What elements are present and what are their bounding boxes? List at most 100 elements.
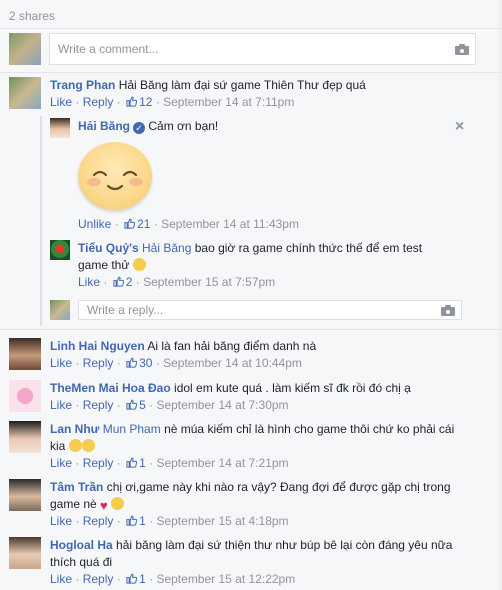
reply-link[interactable]: Reply <box>83 95 114 109</box>
comment-text: chị ơi,game này khi nào ra vậy? Đang đợi… <box>106 480 451 494</box>
comment-text: Hải Băng làm đại sứ game Thiên Thư đẹp q… <box>118 78 366 92</box>
avatar[interactable] <box>50 118 70 138</box>
avatar[interactable] <box>9 33 41 65</box>
like-link[interactable]: Like <box>78 275 100 289</box>
like-count[interactable]: 21 <box>137 217 150 231</box>
reply-link[interactable]: Reply <box>83 398 114 412</box>
wink-emoji-icon <box>111 497 125 510</box>
reply-text: Cảm ơn bạn! <box>148 119 219 133</box>
thumbs-up-icon <box>126 514 138 526</box>
comment-text-cont: kia <box>50 439 66 453</box>
reply-author[interactable]: Hải Băng <box>78 119 130 133</box>
like-count[interactable]: 2 <box>126 275 133 289</box>
scroll-track <box>498 0 502 590</box>
like-link[interactable]: Like <box>50 356 72 370</box>
laughing-emoji-icon <box>81 439 95 452</box>
thumbs-up-icon <box>126 398 138 410</box>
comment-author[interactable]: Lan Như <box>50 422 99 436</box>
shares-count[interactable]: 2 shares <box>9 9 55 23</box>
divider <box>0 72 502 73</box>
verified-badge-icon: ✓ <box>133 122 146 134</box>
like-link[interactable]: Like <box>50 398 72 412</box>
reply-link[interactable]: Reply <box>83 514 114 528</box>
comment-text: Ai là fan hải băng điểm danh nà <box>147 339 317 353</box>
smiley-sticker <box>78 142 152 210</box>
comment-author[interactable]: TheMen Mai Hoa Đao <box>50 381 171 395</box>
avatar[interactable] <box>50 240 70 260</box>
avatar[interactable] <box>9 537 41 569</box>
avatar[interactable] <box>9 479 41 511</box>
reply-author[interactable]: Tiểu Quỷ's <box>78 241 139 255</box>
like-count[interactable]: 30 <box>139 356 152 370</box>
comment-input[interactable]: Write a comment... <box>49 33 476 65</box>
thumbs-up-icon <box>124 218 136 229</box>
comment-text: nè múa kiếm chỉ là hình cho game thôi ch… <box>164 422 455 436</box>
mention[interactable]: Hải Băng <box>142 241 191 255</box>
reply: Hải Băng ✓ Cảm ơn bạn! <box>50 118 218 138</box>
comment-composer: Write a comment... <box>9 33 476 65</box>
laughing-emoji-icon <box>68 439 82 452</box>
timestamp[interactable]: September 14 at 11:43pm <box>161 217 299 231</box>
divider <box>0 28 502 29</box>
mention[interactable]: Mun Pham <box>103 422 161 436</box>
like-count[interactable]: 12 <box>139 95 152 109</box>
thumbs-up-icon <box>126 456 138 468</box>
thumbs-up-icon <box>113 275 124 287</box>
reply-link[interactable]: Reply <box>83 356 114 370</box>
comment: Tâm Trần chị ơi,game này khi nào ra vậy?… <box>9 479 451 530</box>
avatar[interactable] <box>9 77 41 109</box>
divider <box>0 329 502 330</box>
like-link[interactable]: Like <box>50 95 72 109</box>
reply: Tiểu Quỷ's Hải Băng bao giờ ra game chín… <box>50 240 422 291</box>
timestamp[interactable]: September 15 at 4:18pm <box>156 514 288 528</box>
camera-icon[interactable] <box>441 304 455 316</box>
timestamp[interactable]: September 14 at 7:30pm <box>156 398 288 412</box>
reply-text-cont: game thử <box>78 258 130 272</box>
comment-text-cont: game nè <box>50 497 97 511</box>
reply-text: bao giờ ra game chính thức thế để em tes… <box>194 241 423 255</box>
avatar[interactable] <box>9 338 41 370</box>
comment: Linh Hai Nguyen Ai là fan hải băng điểm … <box>9 338 316 372</box>
comment-text: hải băng làm đại sứ thiện thư như búp bê… <box>116 538 453 552</box>
reply-input[interactable]: Write a reply... <box>78 300 462 320</box>
comment-text: idol em kute quá . làm kiếm sĩ đk rồi đó… <box>174 381 411 395</box>
heart-emoji-icon: ♥ <box>100 498 108 513</box>
reply-link[interactable]: Reply <box>83 456 114 470</box>
like-count[interactable]: 1 <box>139 572 146 586</box>
comment-author[interactable]: Trang Phan <box>50 78 115 92</box>
close-icon[interactable]: × <box>455 118 464 136</box>
camera-icon[interactable] <box>455 43 469 55</box>
like-count[interactable]: 1 <box>139 514 146 528</box>
comment: Hogloal Ha hải băng làm đại sứ thiện thư… <box>9 537 452 588</box>
avatar[interactable] <box>9 421 41 453</box>
timestamp[interactable]: September 15 at 12:22pm <box>156 572 295 586</box>
timestamp[interactable]: September 14 at 7:21pm <box>156 456 288 470</box>
comment: Lan Như Mun Pham nè múa kiếm chỉ là hình… <box>9 421 454 472</box>
like-count[interactable]: 1 <box>139 456 146 470</box>
comment-text-cont: thích quá đi <box>50 555 113 569</box>
thumbs-up-icon <box>126 572 138 584</box>
like-link[interactable]: Like <box>50 572 72 586</box>
smile-emoji-icon <box>132 258 146 271</box>
thumbs-up-icon <box>126 356 138 368</box>
timestamp[interactable]: September 15 at 7:57pm <box>143 275 275 289</box>
comment-author[interactable]: Linh Hai Nguyen <box>50 339 145 353</box>
avatar[interactable] <box>9 380 41 412</box>
like-link[interactable]: Like <box>50 514 72 528</box>
like-link[interactable]: Like <box>50 456 72 470</box>
unlike-link[interactable]: Unlike <box>78 217 111 231</box>
avatar[interactable] <box>50 300 70 320</box>
comment-author[interactable]: Hogloal Ha <box>50 538 113 552</box>
reply-input-placeholder: Write a reply... <box>87 303 164 317</box>
timestamp[interactable]: September 14 at 7:11pm <box>163 95 294 109</box>
like-count[interactable]: 5 <box>139 398 146 412</box>
comment-input-placeholder: Write a comment... <box>58 42 159 56</box>
comment: Trang Phan Hải Băng làm đại sứ game Thiê… <box>9 77 366 111</box>
comment: TheMen Mai Hoa Đao idol em kute quá . là… <box>9 380 411 414</box>
thumbs-up-icon <box>126 95 138 107</box>
reply-link[interactable]: Reply <box>83 572 114 586</box>
reply-composer: Write a reply... <box>50 300 462 320</box>
timestamp[interactable]: September 14 at 10:44pm <box>163 356 302 370</box>
comment-author[interactable]: Tâm Trần <box>50 480 103 494</box>
reply-meta: Unlike · 21 · September 14 at 11:43pm <box>78 217 299 231</box>
